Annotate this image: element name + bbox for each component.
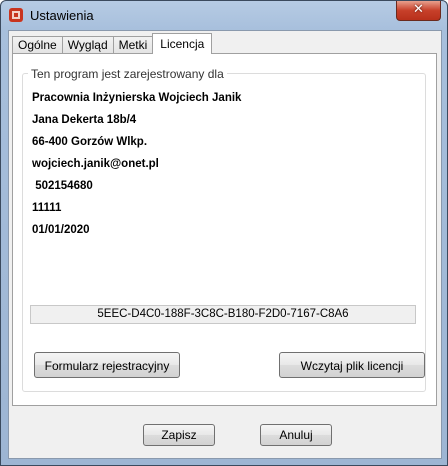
- registration-group: Ten program jest zarejestrowany dla Prac…: [22, 67, 426, 392]
- window-title: Ustawienia: [30, 8, 94, 23]
- settings-window: Ustawienia ✕ Ogólne Wygląd Metki Licencj…: [0, 0, 448, 466]
- tab-metki[interactable]: Metki: [112, 36, 154, 54]
- registration-form-button[interactable]: Formularz rejestracyjny: [34, 352, 180, 378]
- license-date: 01/01/2020: [32, 224, 90, 236]
- license-key-field[interactable]: 5EEC-D4C0-188F-3C8C-B180-F2D0-7167-C8A6: [30, 305, 416, 324]
- license-number: 11111: [32, 202, 62, 214]
- save-button[interactable]: Zapisz: [143, 424, 215, 446]
- registration-group-label: Ten program jest zarejestrowany dla: [28, 67, 227, 81]
- licensee-city: 66-400 Gorzów Wlkp.: [32, 136, 148, 148]
- licensee-email: wojciech.janik@onet.pl: [32, 158, 159, 170]
- licensee-name: Pracownia Inżynierska Wojciech Janik: [32, 92, 242, 104]
- tab-wyglad[interactable]: Wygląd: [61, 36, 114, 54]
- title-bar[interactable]: Ustawienia ✕: [1, 1, 447, 29]
- close-icon[interactable]: ✕: [396, 1, 441, 21]
- licensee-phone: 502154680: [32, 180, 93, 192]
- tab-strip: Ogólne Wygląd Metki Licencja: [12, 33, 213, 54]
- load-license-button[interactable]: Wczytaj plik licencji: [279, 352, 425, 378]
- app-logo-icon: [9, 8, 23, 22]
- license-panel: Ten program jest zarejestrowany dla Prac…: [12, 53, 437, 406]
- cancel-button[interactable]: Anuluj: [260, 424, 332, 446]
- dialog-content: Ogólne Wygląd Metki Licencja Ten program…: [8, 30, 442, 459]
- tab-licencja[interactable]: Licencja: [152, 33, 213, 54]
- tab-ogolne[interactable]: Ogólne: [12, 36, 63, 54]
- licensee-street: Jana Dekerta 18b/4: [32, 114, 137, 126]
